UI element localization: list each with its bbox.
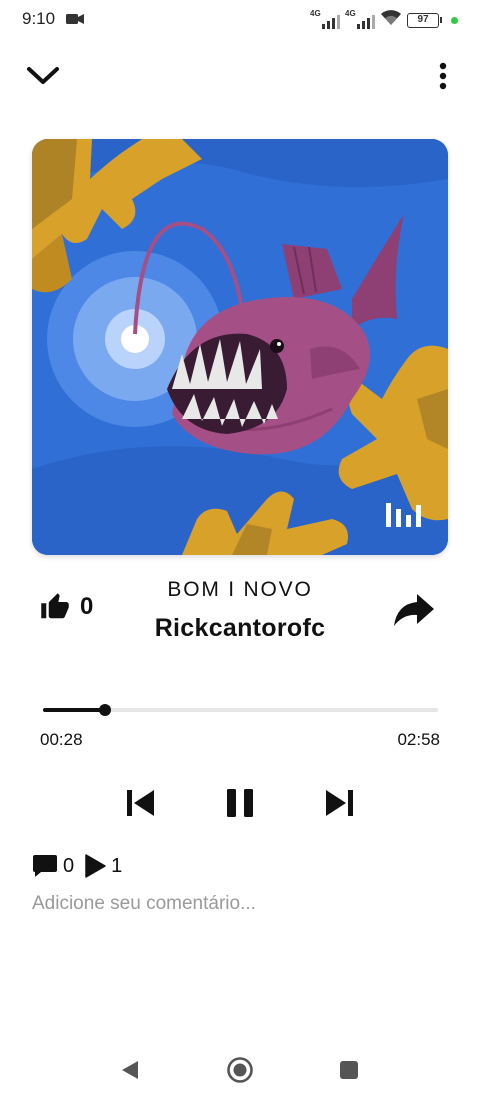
like-button[interactable]: 0 [40,592,93,622]
network-type-label: 4G [310,8,321,18]
next-button[interactable] [320,783,360,823]
seek-progress [43,708,105,712]
nav-home-button[interactable] [226,1056,254,1084]
track-info: BOM I NOVO Rickcantorofc [110,574,370,643]
home-icon [227,1057,253,1083]
signal-icon: 4G [310,8,340,29]
anglerfish-illustration [32,139,448,555]
seek-thumb[interactable] [99,704,111,716]
more-vert-icon [439,62,447,90]
pause-icon [227,789,253,817]
share-icon [394,594,434,626]
signal-icon: 4G [345,8,375,29]
track-stats: 0 1 [32,854,132,878]
previous-button[interactable] [120,783,160,823]
comment-icon [33,855,57,877]
album-artwork [32,139,448,555]
network-type-label: 4G [345,8,356,18]
comment-input[interactable] [32,890,448,918]
like-count: 0 [80,593,94,620]
recents-icon [340,1061,358,1079]
total-time: 02:58 [397,730,440,749]
skip-next-icon [326,790,353,816]
audio-visualizer-icon [386,501,422,527]
thumbs-up-icon [41,593,69,619]
plays-stat: 1 [84,854,122,878]
battery-icon: 97 [407,12,442,28]
collapse-button[interactable] [24,58,62,94]
play-count: 1 [111,854,123,877]
seek-bar[interactable] [43,703,438,717]
status-icons: 4G 4G 97 [310,9,458,31]
nav-recents-button[interactable] [338,1059,360,1081]
system-nav-bar [0,1040,480,1100]
wifi-icon [380,9,402,31]
video-camera-icon [66,12,84,30]
skip-previous-icon [127,790,154,816]
elapsed-time: 00:28 [40,730,83,749]
track-title: BOM I NOVO [167,578,313,601]
nav-back-button[interactable] [118,1058,142,1082]
active-dot [451,16,458,24]
artist-name[interactable]: Rickcantorofc [110,614,370,643]
status-time: 9:10 [22,9,56,28]
chevron-down-icon [27,67,59,84]
comments-stat[interactable]: 0 [32,854,74,878]
play-icon [85,854,106,878]
more-options-button[interactable] [428,58,458,94]
pause-button[interactable] [220,783,260,823]
comment-count: 0 [63,854,75,877]
battery-level: 97 [407,12,439,28]
back-icon [122,1061,138,1079]
status-bar: 9:10 4G 4G 97 [0,0,480,36]
share-button[interactable] [392,590,436,630]
